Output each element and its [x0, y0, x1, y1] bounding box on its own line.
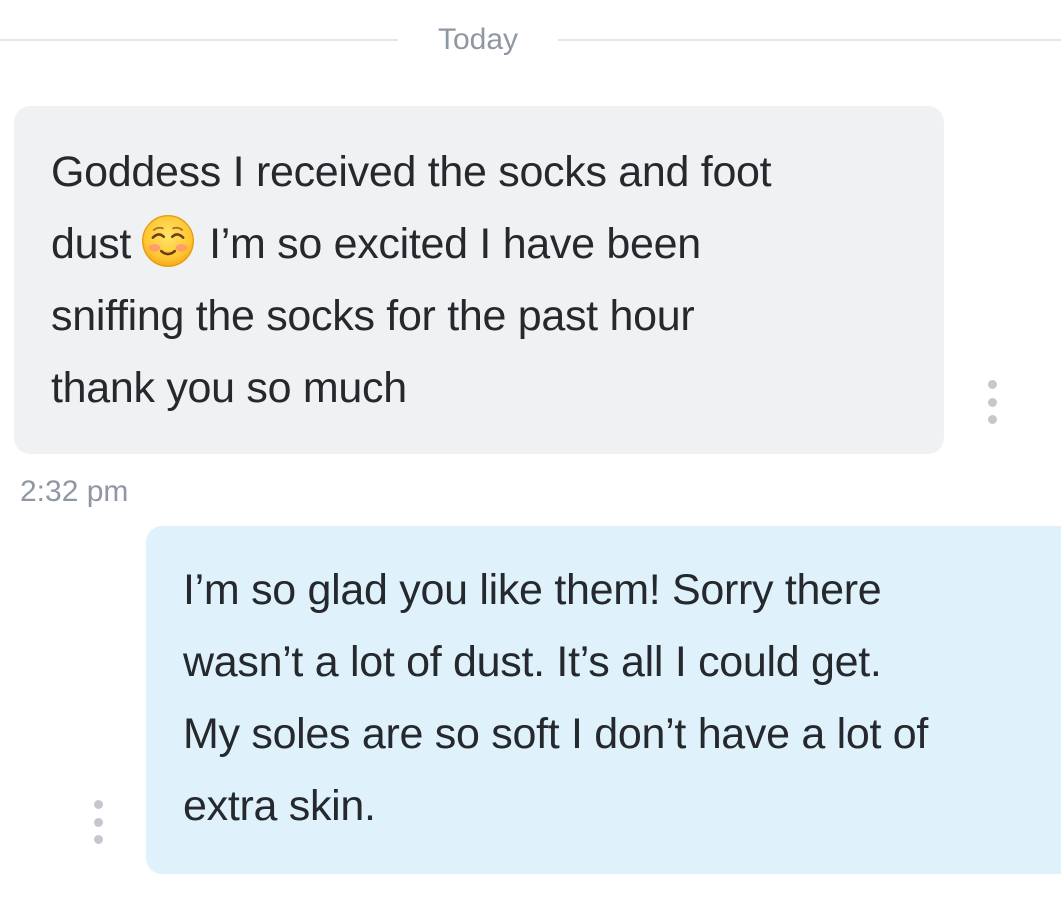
chat-screen: Today Goddess I received the socks and f…	[0, 0, 1061, 897]
dot	[987, 415, 997, 424]
message-line: extra skin.	[183, 782, 376, 830]
outgoing-message-bubble[interactable]: I’m so glad you like them! Sorry there w…	[146, 526, 1061, 874]
date-label: Today	[437, 23, 519, 56]
message-line: thank you so much	[51, 364, 407, 412]
divider-line-right	[558, 39, 1061, 41]
outgoing-message-options-icon[interactable]	[86, 800, 110, 844]
dot	[93, 835, 103, 844]
incoming-message-bubble[interactable]: Goddess I received the socks and foot du…	[14, 106, 944, 454]
message-line: Goddess I received the socks and foot	[51, 148, 772, 196]
message-timestamp: 2:32 pm	[20, 475, 129, 508]
message-line: My soles are so soft I don’t have a lot …	[183, 710, 929, 758]
dot	[987, 397, 997, 407]
date-divider: Today	[0, 14, 1061, 64]
smiling-face-emoji-icon	[142, 215, 195, 267]
dot	[93, 800, 103, 809]
message-line: I’m so glad you like them! Sorry there	[183, 566, 882, 614]
message-text-segment: dust	[51, 220, 132, 268]
incoming-message-options-icon[interactable]	[980, 380, 1004, 424]
message-text-segment: I’m so excited I have been	[209, 220, 701, 268]
divider-line-left	[0, 39, 398, 41]
message-line: dust I’m so excited I have been	[51, 208, 924, 280]
dot	[93, 817, 103, 827]
message-line: wasn’t a lot of dust. It’s all I could g…	[183, 638, 882, 686]
dot	[987, 380, 997, 389]
message-line: sniffing the socks for the past hour	[51, 292, 695, 340]
